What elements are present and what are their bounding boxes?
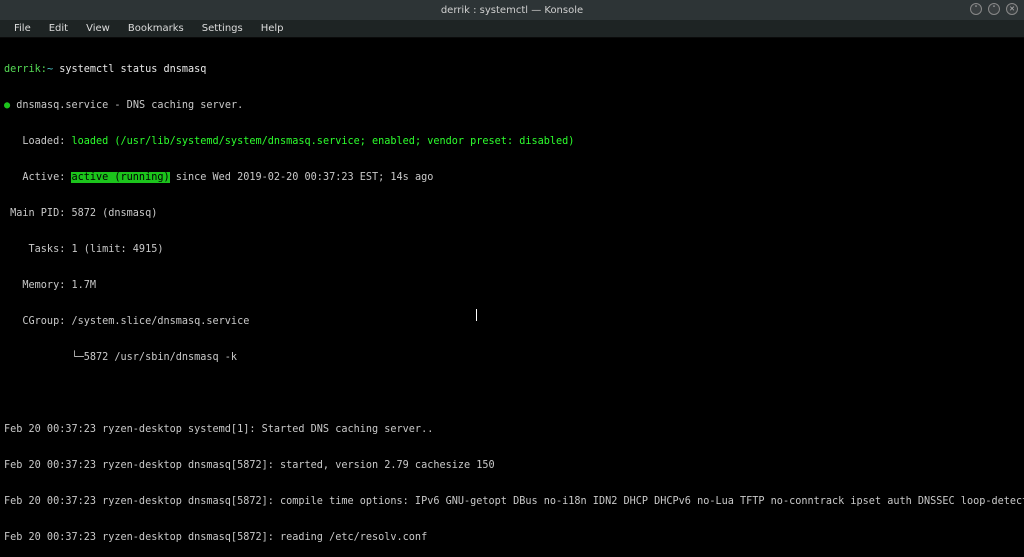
minimize-icon: ˅ <box>974 5 978 13</box>
menu-view[interactable]: View <box>78 21 118 36</box>
status-memory: Memory: 1.7M <box>4 280 1020 292</box>
prompt-line: derrik:~ systemctl status dnsmasq <box>4 64 1020 76</box>
status-unit: dnsmasq.service - DNS caching server. <box>16 100 243 111</box>
terminal-viewport[interactable]: derrik:~ systemctl status dnsmasq ● dnsm… <box>0 38 1024 557</box>
text-cursor-icon <box>476 309 477 321</box>
status-cgroup2: └─5872 /usr/sbin/dnsmasq -k <box>4 352 1020 364</box>
log-line-1: Feb 20 00:37:23 ryzen-desktop systemd[1]… <box>4 424 1020 436</box>
status-loaded-line: Loaded: loaded (/usr/lib/systemd/system/… <box>4 136 1020 148</box>
status-tasks: Tasks: 1 (limit: 4915) <box>4 244 1020 256</box>
menu-bar: File Edit View Bookmarks Settings Help <box>0 20 1024 38</box>
log-line-4: Feb 20 00:37:23 ryzen-desktop dnsmasq[58… <box>4 532 1020 544</box>
menu-file[interactable]: File <box>6 21 39 36</box>
status-active-state: active (running) <box>71 172 169 183</box>
menu-help[interactable]: Help <box>253 21 292 36</box>
window-title: derrik : systemctl — Konsole <box>441 5 583 16</box>
log-line-3: Feb 20 00:37:23 ryzen-desktop dnsmasq[58… <box>4 496 1024 507</box>
log-line-3-wrap: Feb 20 00:37:23 ryzen-desktop dnsmasq[58… <box>4 496 1020 508</box>
blank-line <box>4 388 1020 400</box>
status-loaded-label: Loaded: <box>4 136 71 147</box>
log-line-2: Feb 20 00:37:23 ryzen-desktop dnsmasq[58… <box>4 460 1020 472</box>
status-active-line: Active: active (running) since Wed 2019-… <box>4 172 1020 184</box>
prompt-command: systemctl status dnsmasq <box>59 64 206 75</box>
maximize-button[interactable]: ˄ <box>988 3 1000 15</box>
close-icon: ✕ <box>1009 5 1015 13</box>
status-unit-line: ● dnsmasq.service - DNS caching server. <box>4 100 1020 112</box>
maximize-icon: ˄ <box>992 5 996 13</box>
menu-edit[interactable]: Edit <box>41 21 76 36</box>
status-active-label: Active: <box>4 172 71 183</box>
window-controls: ˅ ˄ ✕ <box>970 3 1018 15</box>
minimize-button[interactable]: ˅ <box>970 3 982 15</box>
status-active-since: since Wed 2019-02-20 00:37:23 EST; 14s a… <box>170 172 434 183</box>
status-loaded-value: loaded (/usr/lib/systemd/system/dnsmasq.… <box>71 136 574 147</box>
menu-settings[interactable]: Settings <box>194 21 251 36</box>
menu-bookmarks[interactable]: Bookmarks <box>120 21 192 36</box>
window-titlebar: derrik : systemctl — Konsole ˅ ˄ ✕ <box>0 0 1024 20</box>
status-mainpid: Main PID: 5872 (dnsmasq) <box>4 208 1020 220</box>
status-cgroup1: CGroup: /system.slice/dnsmasq.service <box>4 316 1020 328</box>
prompt-userhost: derrik: <box>4 64 47 75</box>
close-button[interactable]: ✕ <box>1006 3 1018 15</box>
